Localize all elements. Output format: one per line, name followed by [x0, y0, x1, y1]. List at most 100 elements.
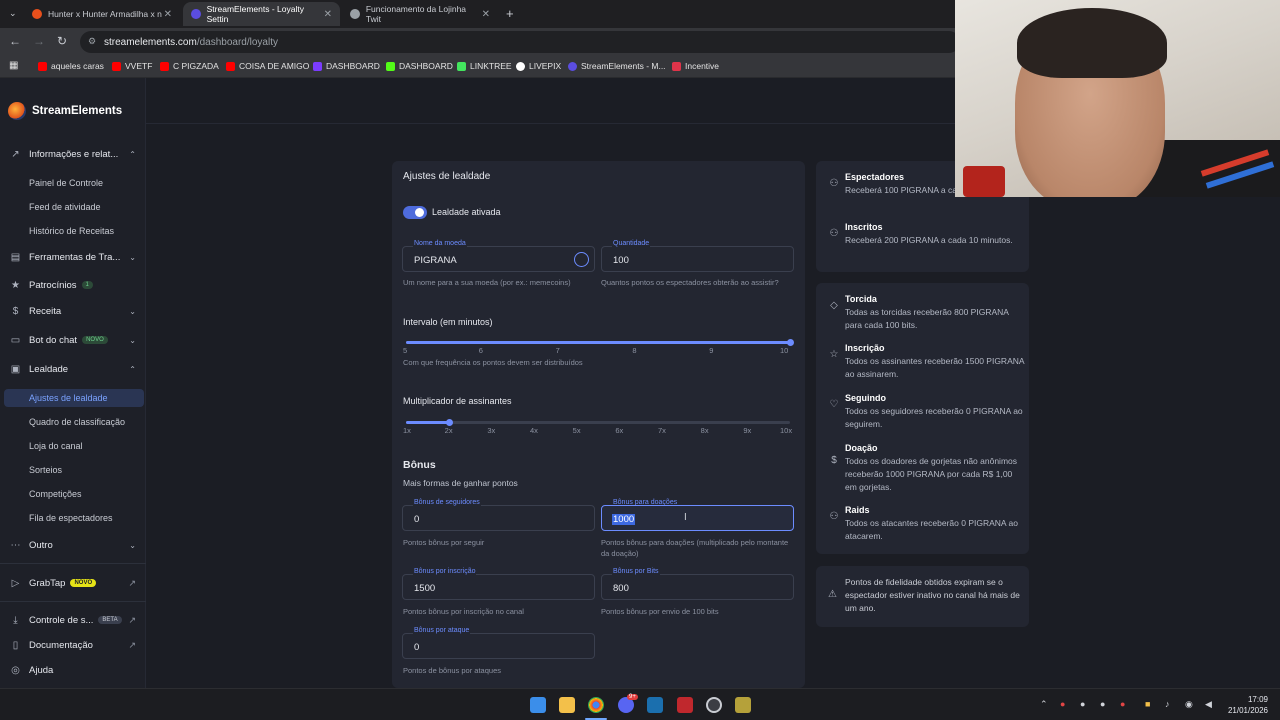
- sidebar-item-ajustes-lealdade[interactable]: Ajustes de lealdade: [4, 389, 144, 407]
- beta-badge: BETA: [98, 616, 122, 624]
- tray-chevron-icon[interactable]: ⌃: [1040, 699, 1048, 710]
- webcam-overlay: [955, 0, 1280, 197]
- url-input[interactable]: ⚙ streamelements.com/dashboard/loyalty: [80, 31, 960, 53]
- close-icon[interactable]: ✕: [164, 9, 172, 20]
- sidebar-section-outro[interactable]: ⋯ Outro ⌄: [0, 534, 146, 556]
- sidebar-item-sorteios[interactable]: Sorteios: [4, 461, 144, 479]
- back-icon[interactable]: ←: [9, 34, 21, 48]
- forward-icon[interactable]: →: [33, 34, 45, 48]
- bookmark[interactable]: COISA DE AMIGO: [226, 61, 309, 71]
- sidebar-item-quadro[interactable]: Quadro de classificação: [4, 413, 144, 431]
- sidebar-section-documentacao[interactable]: ▯ Documentação ↗: [0, 634, 146, 656]
- donations-bonus-field[interactable]: Bônus para doações 1000 I: [601, 499, 794, 531]
- url-path: /dashboard/loyalty: [196, 36, 278, 48]
- volume-icon[interactable]: ◀: [1205, 699, 1212, 710]
- sidebar-section-controle[interactable]: ⤓ Controle de s... BETA ↗: [0, 609, 146, 631]
- sidebar-item-painel[interactable]: Painel de Controle: [4, 174, 144, 192]
- close-icon[interactable]: ✕: [324, 9, 332, 20]
- obs-icon[interactable]: [706, 697, 722, 713]
- tab-search-icon[interactable]: ⌄: [9, 8, 17, 19]
- slider-handle[interactable]: [445, 419, 453, 426]
- microphone-icon[interactable]: ♪: [1165, 699, 1170, 709]
- sidebar-section-info[interactable]: ↗ Informações e relat... ⌃: [0, 143, 146, 165]
- sidebar-section-patrocinios[interactable]: ★ Patrocínios 1: [0, 274, 146, 296]
- sidebar-item-competicoes[interactable]: Competições: [4, 485, 144, 503]
- raid-icon: ⚇: [829, 511, 839, 522]
- sidebar-item-historico[interactable]: Histórico de Receitas: [4, 222, 144, 240]
- external-link-icon: ↗: [128, 639, 136, 650]
- bookmark[interactable]: aqueles caras: [38, 61, 104, 71]
- sidebar-section-bot[interactable]: ▭ Bot do chat NOVO ⌄: [0, 329, 146, 351]
- sidebar-section-ajuda[interactable]: ◎ Ajuda: [0, 659, 146, 681]
- bookmark[interactable]: C PIGZADA: [160, 61, 219, 71]
- sidebar-section-grabtap[interactable]: ▷ GrabTap NOVO ↗: [0, 572, 146, 594]
- brand-name: StreamElements: [32, 105, 123, 117]
- bookmark[interactable]: Incentive: [672, 61, 719, 71]
- warning-text: Pontos de fidelidade obtidos expiram se …: [845, 577, 1020, 613]
- external-link-icon: ↗: [128, 614, 136, 625]
- site-info-icon[interactable]: ⚙: [88, 36, 96, 47]
- app-icon[interactable]: [735, 697, 751, 713]
- slider-handle[interactable]: [787, 339, 794, 346]
- chrome-icon[interactable]: [588, 697, 604, 713]
- tray-app-icon[interactable]: ●: [1120, 699, 1125, 709]
- bookmark[interactable]: VVETF: [112, 61, 152, 71]
- tray-app-icon[interactable]: ●: [1100, 699, 1105, 709]
- network-icon[interactable]: ◉: [1185, 699, 1193, 710]
- bookmark[interactable]: DASHBOARD: [313, 61, 380, 71]
- sidebar-item-feed[interactable]: Feed de atividade: [4, 198, 144, 216]
- raid-bonus-field[interactable]: Bônus por ataque 0: [402, 627, 595, 659]
- file-explorer-icon[interactable]: [559, 697, 575, 713]
- field-hint: Quantos pontos os espectadores obterão a…: [601, 278, 779, 287]
- currency-name-field[interactable]: Nome da moeda PIGRANA: [402, 240, 595, 272]
- tab-lojinha[interactable]: Funcionamento da Lojinha Twit ✕: [342, 2, 498, 26]
- new-tab-button[interactable]: +: [506, 6, 514, 21]
- chevron-down-icon: ⌄: [129, 540, 136, 550]
- notification-badge: 9+: [627, 694, 638, 700]
- bookmark[interactable]: StreamElements - M...: [568, 61, 666, 71]
- followers-bonus-field[interactable]: Bônus de seguidores 0: [402, 499, 595, 531]
- counter-icon: [574, 252, 589, 267]
- summary-title: Raids: [845, 505, 870, 515]
- bookmark-label: StreamElements - M...: [581, 61, 666, 71]
- bits-bonus-field[interactable]: Bônus por Bits 800: [601, 568, 794, 600]
- text-cursor-icon: I: [684, 512, 687, 523]
- tray-app-icon[interactable]: ■: [1145, 699, 1150, 709]
- apps-icon[interactable]: ▦: [9, 60, 18, 71]
- multiplier-label: Multiplicador de assinantes: [403, 396, 512, 406]
- sidebar-section-lealdade[interactable]: ▣ Lealdade ⌃: [0, 358, 146, 380]
- summary-title: Inscritos: [845, 222, 883, 232]
- bookmark-label: DASHBOARD: [399, 61, 453, 71]
- loyalty-toggle[interactable]: [403, 206, 427, 219]
- app-icon[interactable]: [677, 697, 693, 713]
- windows-start-icon[interactable]: [530, 697, 546, 713]
- sidebar-item-fila[interactable]: Fila de espectadores: [4, 509, 144, 527]
- tray-app-icon[interactable]: ●: [1080, 699, 1085, 709]
- subscription-bonus-field[interactable]: Bônus por inscrição 1500: [402, 568, 595, 600]
- reload-icon[interactable]: ↻: [57, 34, 67, 48]
- quantity-field[interactable]: Quantidade 100: [601, 240, 794, 272]
- bookmark[interactable]: DASHBOARD: [386, 61, 453, 71]
- summary-desc: Todos os atacantes receberão 0 PIGRANA a…: [845, 518, 1018, 541]
- interval-slider[interactable]: [406, 339, 794, 346]
- bookmark[interactable]: LIVEPIX: [516, 61, 561, 71]
- brand[interactable]: StreamElements: [8, 102, 122, 120]
- bookmark[interactable]: LINKTREE: [457, 61, 512, 71]
- tab-hunter[interactable]: Hunter x Hunter Armadilha x n ✕: [24, 2, 180, 26]
- tab-streamelements[interactable]: StreamElements - Loyalty Settin ✕: [183, 2, 340, 26]
- section-label: Patrocínios: [29, 279, 77, 291]
- sidebar-section-receita[interactable]: $ Receita ⌄: [0, 300, 146, 322]
- tab-favicon-icon: [191, 9, 201, 19]
- external-link-icon: ↗: [128, 577, 136, 588]
- sidebar-item-loja[interactable]: Loja do canal: [4, 437, 144, 455]
- section-label: Ferramentas de Tra...: [29, 251, 121, 263]
- field-value: PIGRANA: [414, 255, 457, 266]
- slider-tick-label: 7x: [658, 426, 666, 435]
- sidebar-section-tools[interactable]: ▤ Ferramentas de Tra... ⌄: [0, 246, 146, 268]
- multiplier-slider[interactable]: [406, 419, 790, 426]
- download-icon: ⤓: [13, 614, 18, 626]
- tray-app-icon[interactable]: ●: [1060, 699, 1065, 709]
- close-icon[interactable]: ✕: [482, 9, 490, 20]
- steam-icon[interactable]: [647, 697, 663, 713]
- clock[interactable]: 17:09 21/01/2026: [1228, 694, 1268, 716]
